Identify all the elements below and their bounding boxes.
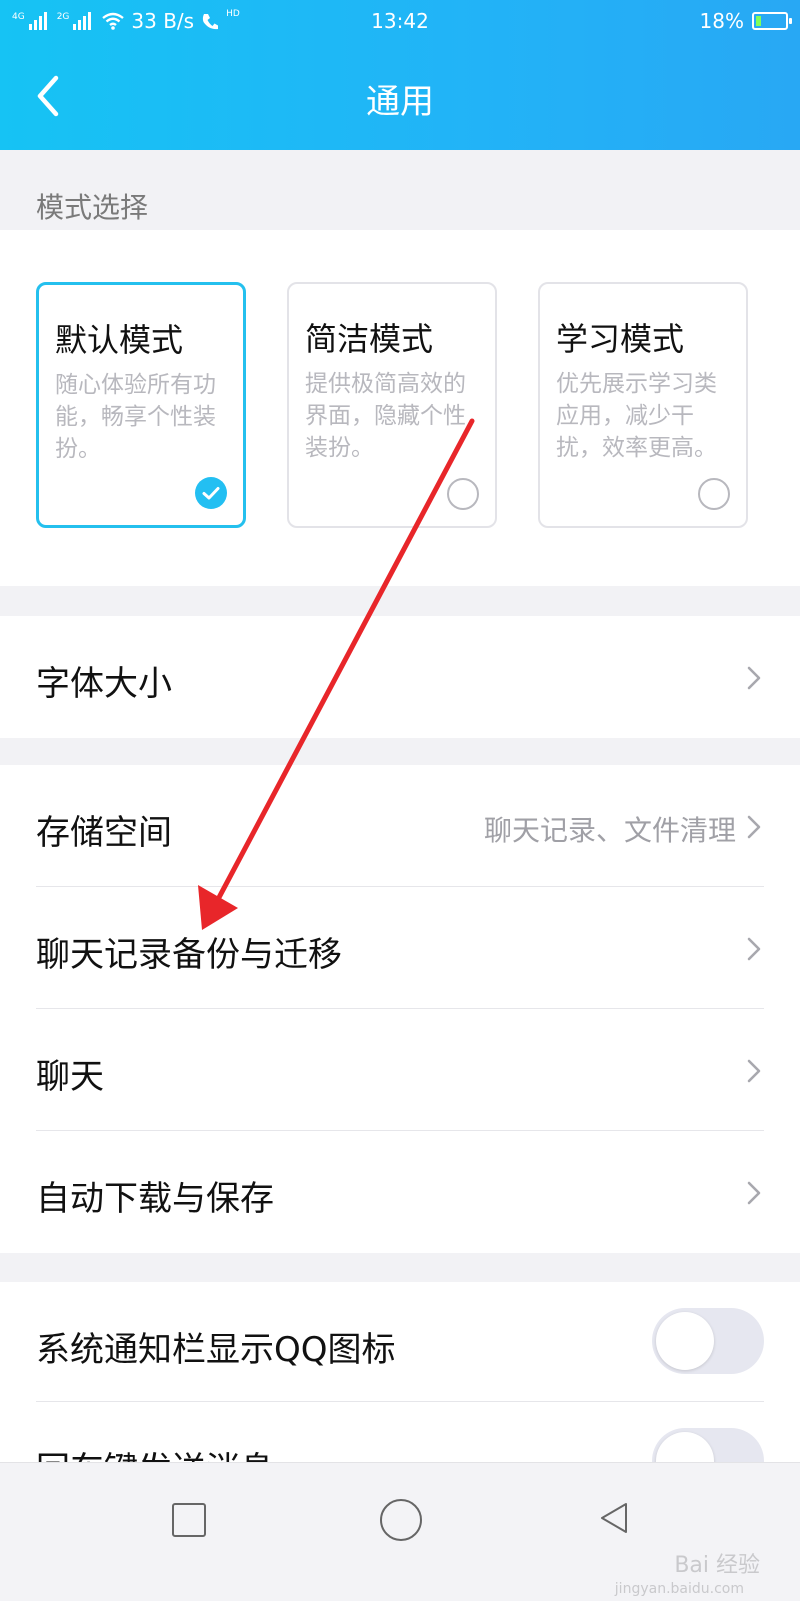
mode-title: 学习模式 bbox=[556, 320, 685, 358]
watermark: Bai 经验 bbox=[674, 1553, 760, 1578]
mode-card-simple[interactable]: 简洁模式 提供极简高效的界面，隐藏个性装扮。 bbox=[287, 282, 497, 528]
chat-backup-label: 聊天记录备份与迁移 bbox=[36, 935, 342, 975]
mode-description: 提供极简高效的界面，隐藏个性装扮。 bbox=[305, 371, 466, 461]
chevron-right-icon bbox=[747, 666, 761, 690]
font-size-row[interactable]: 字体大小 bbox=[0, 616, 800, 738]
page-title: 通用 bbox=[366, 82, 434, 122]
chevron-right-icon bbox=[747, 815, 761, 839]
system-nav-bar: Bai 经验 jingyan.baidu.com bbox=[0, 1462, 800, 1601]
app-header: 4G 2G 33 B/s HD 13:42 18% 通用 bbox=[0, 0, 800, 150]
font-size-label: 字体大小 bbox=[36, 664, 172, 704]
chevron-right-icon bbox=[747, 1181, 761, 1205]
enter-send-toggle[interactable] bbox=[652, 1428, 764, 1462]
clock: 13:42 bbox=[371, 9, 429, 33]
recent-apps-button[interactable] bbox=[172, 1503, 206, 1537]
battery-percent: 18% bbox=[699, 9, 744, 33]
chevron-right-icon bbox=[747, 937, 761, 961]
toggle-knob bbox=[656, 1432, 714, 1462]
home-button[interactable] bbox=[380, 1499, 422, 1541]
storage-label: 存储空间 bbox=[36, 813, 172, 853]
mode-card-study[interactable]: 学习模式 优先展示学习类应用，减少干扰，效率更高。 bbox=[538, 282, 748, 528]
toggle-group: 系统通知栏显示QQ图标 回车键发送消息 bbox=[0, 1282, 800, 1462]
chevron-right-icon bbox=[747, 1059, 761, 1083]
font-size-group: 字体大小 bbox=[0, 616, 800, 738]
storage-value: 聊天记录、文件清理 bbox=[483, 814, 736, 847]
toggle-knob bbox=[656, 1312, 714, 1370]
radio-empty-icon bbox=[447, 478, 479, 510]
storage-group: 存储空间 聊天记录、文件清理 聊天记录备份与迁移 聊天 自动下载与保存 bbox=[0, 765, 800, 1253]
mode-description: 随心体验所有功能，畅享个性装扮。 bbox=[55, 372, 216, 462]
checkmark-icon bbox=[195, 477, 227, 509]
chat-label: 聊天 bbox=[36, 1057, 104, 1097]
auto-download-label: 自动下载与保存 bbox=[36, 1179, 274, 1219]
nav-back-button[interactable] bbox=[596, 1499, 634, 1537]
radio-empty-icon bbox=[698, 478, 730, 510]
mode-section-label: 模式选择 bbox=[36, 191, 149, 224]
notify-icon-label: 系统通知栏显示QQ图标 bbox=[36, 1330, 396, 1370]
battery-fill bbox=[756, 16, 761, 26]
mode-title: 默认模式 bbox=[55, 321, 184, 359]
enter-send-row: 回车键发送消息 bbox=[0, 1402, 800, 1462]
enter-send-label: 回车键发送消息 bbox=[36, 1442, 274, 1462]
chat-row[interactable]: 聊天 bbox=[0, 1009, 800, 1131]
auto-download-row[interactable]: 自动下载与保存 bbox=[0, 1131, 800, 1253]
status-bar: 4G 2G 33 B/s HD 13:42 18% bbox=[0, 0, 800, 40]
watermark-url: jingyan.baidu.com bbox=[614, 1581, 744, 1597]
battery-icon bbox=[752, 12, 792, 30]
mode-title: 简洁模式 bbox=[305, 320, 434, 358]
notify-icon-row: 系统通知栏显示QQ图标 bbox=[0, 1282, 800, 1402]
chat-backup-row[interactable]: 聊天记录备份与迁移 bbox=[0, 887, 800, 1009]
mode-selector: 默认模式 随心体验所有功能，畅享个性装扮。 简洁模式 提供极简高效的界面，隐藏个… bbox=[0, 230, 800, 586]
storage-row[interactable]: 存储空间 聊天记录、文件清理 bbox=[0, 765, 800, 887]
notify-icon-toggle[interactable] bbox=[652, 1308, 764, 1374]
mode-card-default[interactable]: 默认模式 随心体验所有功能，畅享个性装扮。 bbox=[36, 282, 246, 528]
mode-description: 优先展示学习类应用，减少干扰，效率更高。 bbox=[556, 371, 717, 461]
